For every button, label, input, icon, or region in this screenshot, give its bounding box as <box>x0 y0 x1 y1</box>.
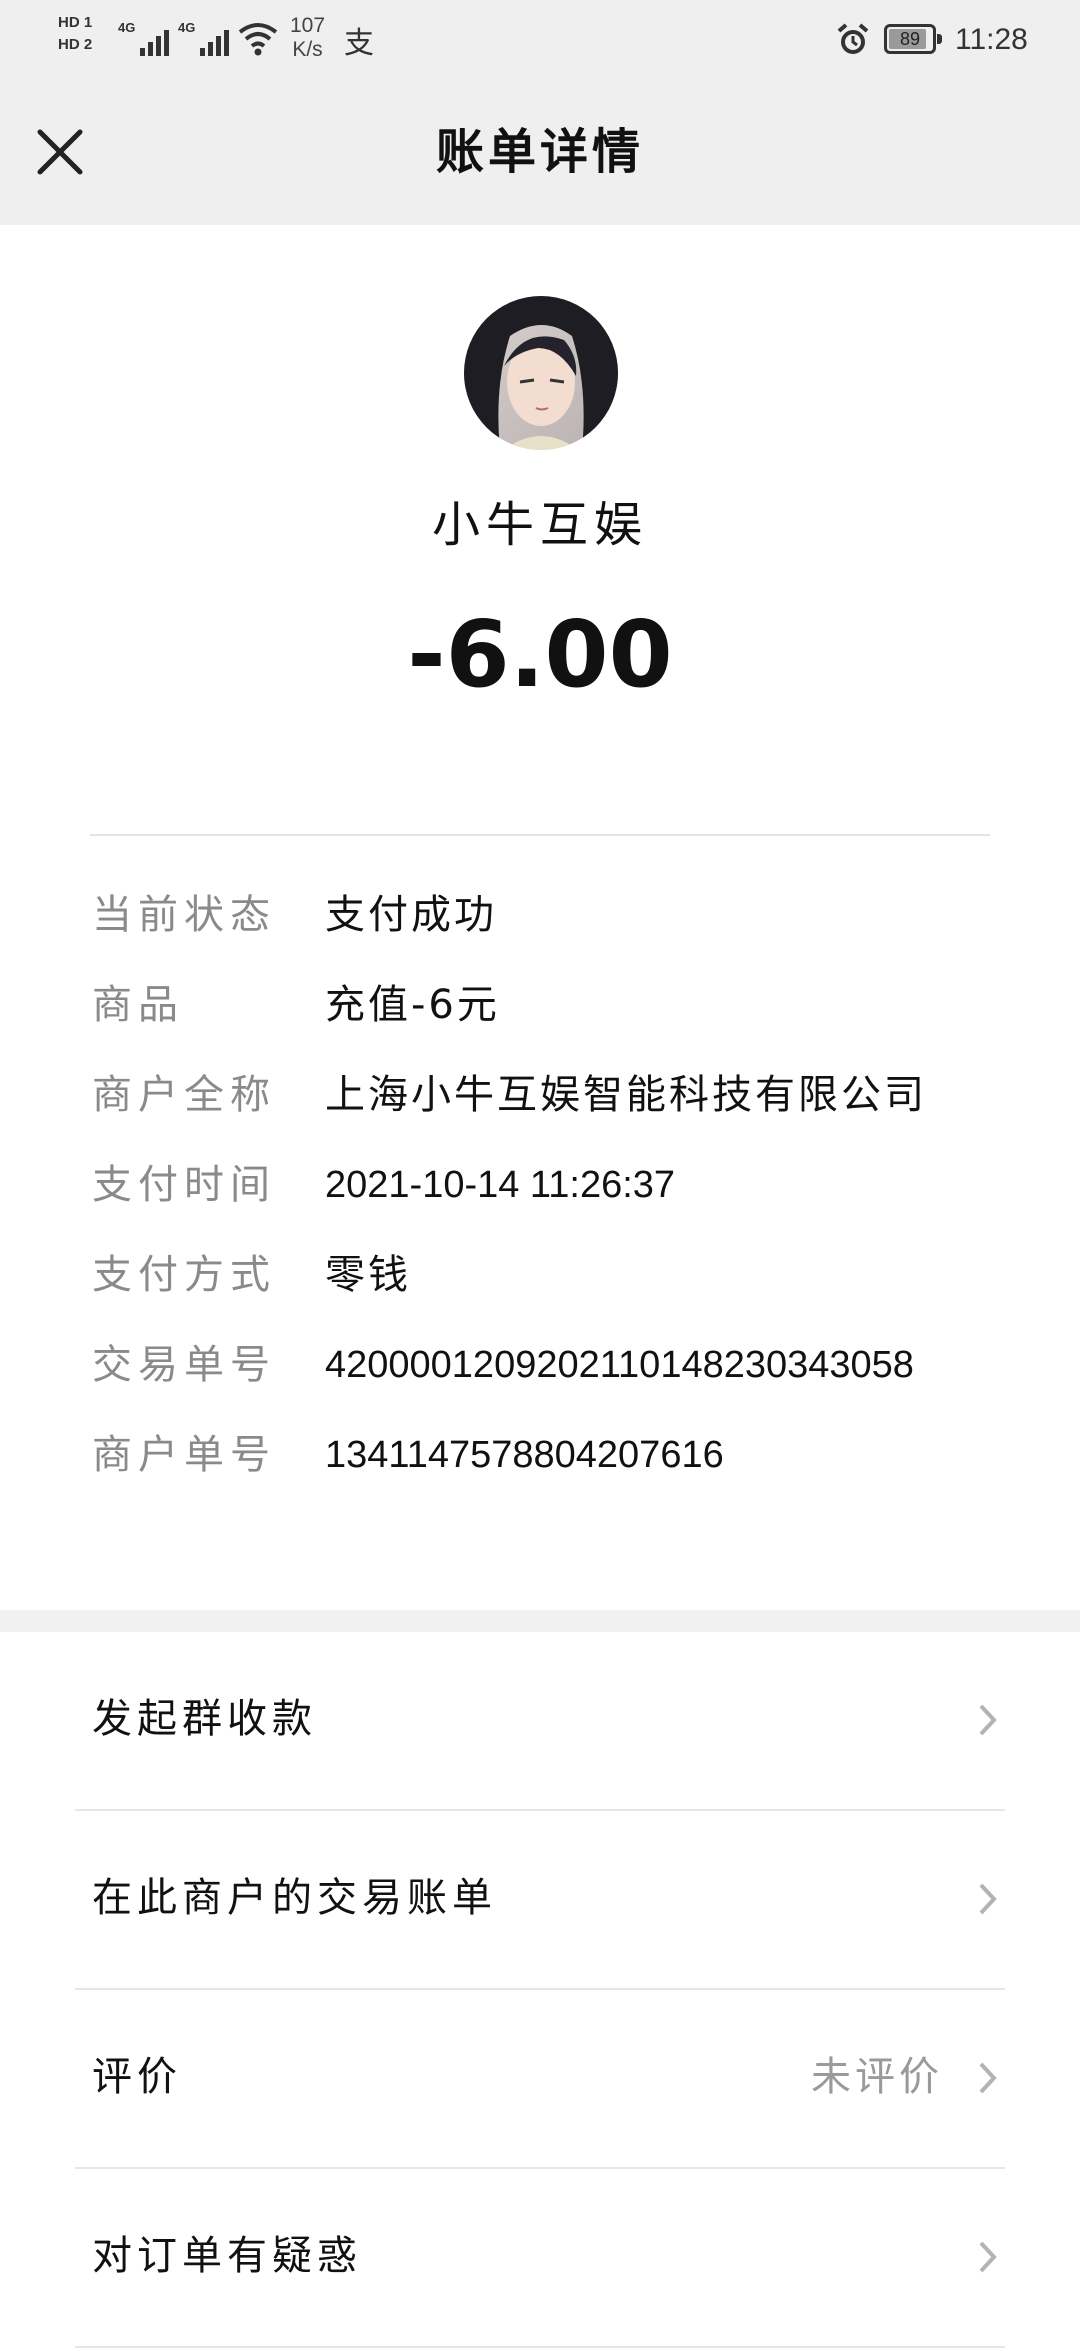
action-row[interactable]: 评价 未评价 <box>75 1990 1005 2169</box>
detail-value: 上海小牛互娱智能科技有限公司 <box>325 1072 927 1118</box>
detail-value: 1341147578804207616 <box>325 1434 724 1476</box>
hd-indicator: HD 1 HD 2 <box>58 12 108 56</box>
merchant-avatar <box>464 296 618 450</box>
signal-1-icon: 4G <box>118 20 170 56</box>
action-label: 对订单有疑惑 <box>92 2233 362 2279</box>
detail-value: 充值-6元 <box>325 982 500 1028</box>
network-type-2: 4G <box>178 20 196 35</box>
signal-2-icon: 4G <box>178 20 230 56</box>
detail-row: 商户单号 1341147578804207616 <box>0 1410 1080 1500</box>
page-title: 账单详情 <box>435 124 644 180</box>
action-label: 在此商户的交易账单 <box>92 1875 497 1921</box>
speed-unit: K/s <box>292 38 323 61</box>
action-status: 未评价 <box>811 2054 943 2100</box>
section-gap <box>0 1610 1080 1632</box>
chevron-right-icon <box>979 1704 997 1736</box>
network-speed: 107 K/s <box>290 14 325 62</box>
battery-icon: 89 <box>884 24 942 54</box>
action-row[interactable]: 在此商户的交易账单 <box>75 1811 1005 1990</box>
merchant-name: 小牛互娱 <box>431 497 648 553</box>
avatar-image <box>464 296 618 450</box>
clock: 11:28 <box>955 23 1028 56</box>
hd2-label: HD 2 <box>58 36 93 53</box>
detail-label: 商户单号 <box>92 1432 276 1478</box>
bill-details: 当前状态 支付成功商品 充值-6元商户全称 上海小牛互娱智能科技有限公司支付时间 202… <box>0 870 1080 1500</box>
detail-row: 商户全称 上海小牛互娱智能科技有限公司 <box>0 1050 1080 1140</box>
status-bar: HD 1 HD 2 4G 4G 107 K/s 支 89 11:28 <box>0 0 1080 80</box>
payment-amount: -6.00 <box>407 601 673 708</box>
action-list: 发起群收款在此商户的交易账单 评价 未评价对订单有疑惑 <box>0 1632 1080 2348</box>
chevron-right-icon <box>979 2062 997 2094</box>
alarm-icon <box>837 23 869 54</box>
action-label: 发起群收款 <box>92 1696 317 1742</box>
title-bar: 账单详情 <box>0 80 1080 225</box>
detail-label: 商户全称 <box>92 1072 276 1118</box>
speed-value: 107 <box>290 14 326 37</box>
detail-value: 支付成功 <box>325 892 497 938</box>
action-label: 评价 <box>92 2054 182 2100</box>
action-row[interactable]: 发起群收款 <box>75 1632 1005 1811</box>
chevron-right-icon <box>979 2241 997 2273</box>
detail-label: 商品 <box>92 982 184 1028</box>
detail-label: 交易单号 <box>92 1342 276 1388</box>
network-type-1: 4G <box>118 20 136 35</box>
detail-value: 零钱 <box>325 1252 411 1298</box>
battery-percent: 89 <box>899 29 921 49</box>
wifi-icon <box>238 23 278 56</box>
hd1-label: HD 1 <box>58 14 93 31</box>
detail-row: 支付时间 2021-10-14 11:26:37 <box>0 1140 1080 1230</box>
detail-label: 当前状态 <box>92 892 276 938</box>
action-row[interactable]: 对订单有疑惑 <box>75 2169 1005 2348</box>
detail-value: 2021-10-14 11:26:37 <box>325 1164 676 1206</box>
alipay-icon: 支 <box>344 27 374 60</box>
detail-row: 当前状态 支付成功 <box>0 870 1080 960</box>
divider <box>90 834 990 836</box>
detail-label: 支付方式 <box>92 1252 276 1298</box>
detail-value: 4200001209202110148230343058 <box>325 1344 914 1386</box>
detail-row: 商品 充值-6元 <box>0 960 1080 1050</box>
detail-label: 支付时间 <box>92 1162 276 1208</box>
chevron-right-icon <box>979 1883 997 1915</box>
detail-row: 交易单号 4200001209202110148230343058 <box>0 1320 1080 1410</box>
detail-row: 支付方式 零钱 <box>0 1230 1080 1320</box>
